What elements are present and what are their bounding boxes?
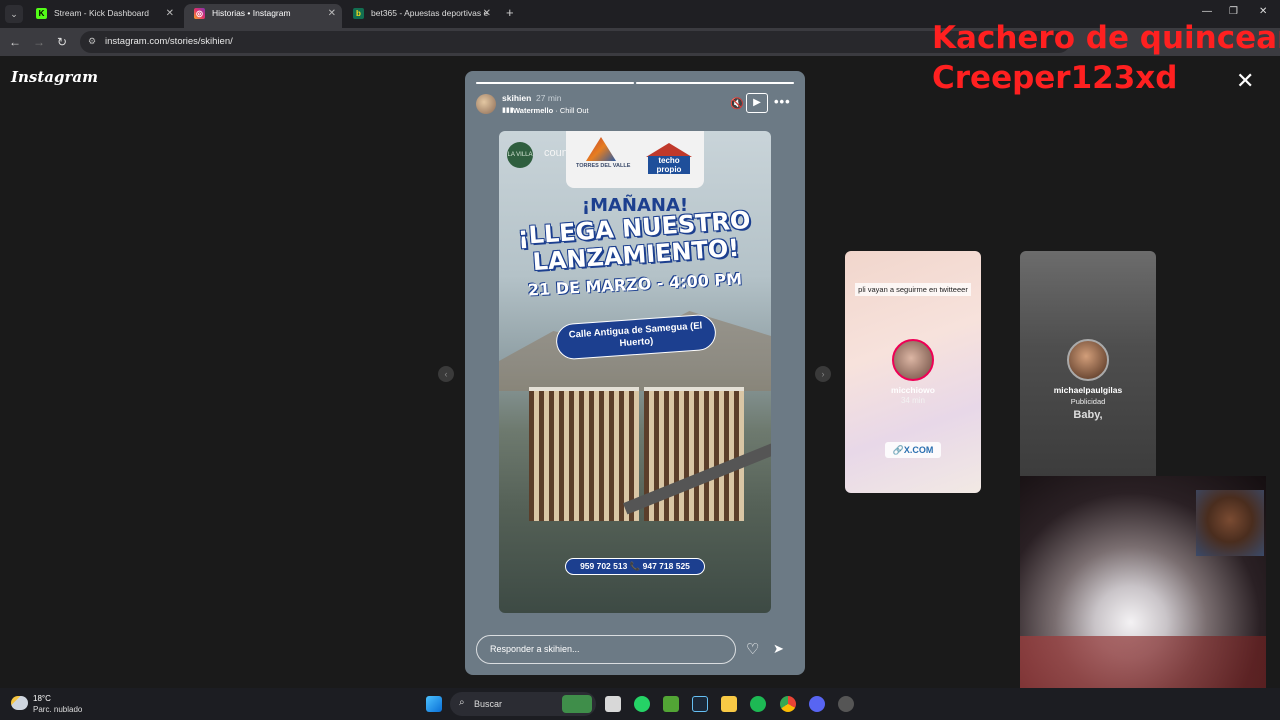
bet365-icon: b bbox=[353, 8, 364, 19]
reload-icon[interactable]: ↻ bbox=[57, 35, 67, 49]
story-time: 27 min bbox=[536, 93, 562, 103]
play-icon[interactable]: ▶ bbox=[746, 93, 768, 113]
next-story-icon[interactable]: › bbox=[815, 366, 831, 382]
preview-username: michaelpaulgilas bbox=[1053, 385, 1123, 395]
weather-desc[interactable]: Parc. nublado bbox=[33, 705, 82, 714]
steam-icon[interactable] bbox=[692, 696, 708, 712]
flyer-headline: ¡LLEGA NUESTRO LANZAMIENTO! bbox=[516, 205, 752, 277]
new-tab-button[interactable]: + bbox=[506, 5, 514, 20]
story-preview-micchiowo[interactable]: pli vayan a seguirme en twitteeer micchi… bbox=[845, 251, 981, 493]
screen: ⌄ K Stream - Kick Dashboard ✕ ◎ Historia… bbox=[0, 0, 1280, 720]
close-icon[interactable]: ✕ bbox=[166, 4, 174, 23]
kick-icon: K bbox=[36, 8, 47, 19]
building-graphic bbox=[529, 391, 639, 521]
restore-icon[interactable]: ❐ bbox=[1229, 6, 1238, 17]
techo-propio-label: techo propio bbox=[648, 156, 690, 174]
discord-icon[interactable] bbox=[809, 696, 825, 712]
tab-label: bet365 - Apuestas deportivas e bbox=[371, 8, 489, 18]
spotify-icon[interactable] bbox=[750, 696, 766, 712]
search-icon: ⌕ bbox=[459, 697, 465, 708]
flyer-account-avatar: LA VILLA bbox=[507, 142, 533, 168]
overlay-text-line2: Creeper123xd bbox=[932, 60, 1178, 96]
mute-icon[interactable]: 🔇 bbox=[730, 97, 744, 110]
previous-story-icon[interactable]: ‹ bbox=[438, 366, 454, 382]
preview-ad-label: Publicidad bbox=[1070, 397, 1106, 406]
story-progress-segment bbox=[476, 82, 634, 84]
search-label: Buscar bbox=[474, 699, 503, 709]
like-heart-icon[interactable]: ♡ bbox=[746, 640, 759, 658]
reply-input[interactable]: Responder a skihien... bbox=[476, 635, 736, 664]
techo-propio-logo: techo propio bbox=[646, 143, 692, 175]
story-username[interactable]: skihien bbox=[502, 93, 531, 103]
back-icon[interactable]: ← bbox=[9, 35, 21, 49]
tab-bet365[interactable]: b bet365 - Apuestas deportivas e ✕ bbox=[343, 4, 497, 28]
torres-del-valle-label: TORRES DEL VALLE bbox=[576, 163, 631, 169]
tab-label: Historias • Instagram bbox=[212, 8, 291, 18]
task-view-icon[interactable] bbox=[605, 696, 621, 712]
chrome-icon[interactable] bbox=[780, 696, 796, 712]
preview-avatar bbox=[1067, 339, 1109, 381]
preview-time: 34 min bbox=[900, 396, 925, 405]
weather-icon[interactable] bbox=[11, 696, 28, 710]
site-settings-icon[interactable]: ⚙ bbox=[88, 36, 98, 46]
preview-lyric: Baby, bbox=[1073, 409, 1103, 421]
tab-instagram[interactable]: ◎ Historias • Instagram ✕ bbox=[184, 4, 342, 28]
story-progress-segment bbox=[636, 82, 794, 84]
link-sticker: 🔗X.COM bbox=[885, 442, 941, 458]
story-preview-michaelpaulgilas[interactable]: michaelpaulgilas Publicidad Baby, bbox=[1020, 251, 1156, 493]
preview-avatar bbox=[892, 339, 934, 381]
house-roof-icon bbox=[646, 143, 692, 157]
preview-username: micchiowo bbox=[891, 385, 935, 395]
close-stories-icon[interactable]: ✕ bbox=[1236, 70, 1254, 92]
forward-icon[interactable]: → bbox=[33, 35, 45, 49]
weather-temp[interactable]: 18°C bbox=[33, 694, 51, 703]
address-bar[interactable]: ⚙ instagram.com/stories/skihien/ bbox=[80, 31, 1070, 53]
file-explorer-icon[interactable] bbox=[721, 696, 737, 712]
story-music[interactable]: Watermello · Chill Out bbox=[513, 106, 589, 115]
preview-caption: pli vayan a seguirme en twitteeer bbox=[855, 283, 971, 296]
minimize-icon[interactable]: — bbox=[1202, 6, 1212, 17]
search-highlight-icon bbox=[562, 695, 592, 713]
music-track: · Chill Out bbox=[555, 106, 589, 115]
url-text: instagram.com/stories/skihien/ bbox=[105, 36, 233, 47]
torres-del-valle-logo bbox=[586, 137, 616, 161]
window-close-icon[interactable]: ✕ bbox=[1259, 6, 1267, 17]
whatsapp-icon[interactable] bbox=[634, 696, 650, 712]
windows-taskbar: 18°C Parc. nublado ⌕ Buscar bbox=[0, 688, 1280, 720]
windows-start-icon[interactable] bbox=[426, 696, 442, 712]
tab-kick-dashboard[interactable]: K Stream - Kick Dashboard ✕ bbox=[26, 4, 180, 28]
story-avatar[interactable] bbox=[476, 94, 496, 114]
send-icon[interactable]: ➤ bbox=[773, 641, 784, 657]
app-icon[interactable] bbox=[838, 696, 854, 712]
instagram-logo[interactable]: Instagram bbox=[11, 68, 98, 86]
music-bars-icon: ▮▮▮ bbox=[502, 107, 514, 114]
more-options-icon[interactable]: ••• bbox=[774, 94, 791, 109]
music-artist: Watermello bbox=[513, 106, 554, 115]
inset-camera bbox=[1196, 490, 1264, 556]
tab-search-dropdown[interactable]: ⌄ bbox=[5, 5, 23, 23]
instagram-icon: ◎ bbox=[194, 8, 205, 19]
tab-label: Stream - Kick Dashboard bbox=[54, 8, 149, 18]
flyer-phones: 959 702 513 📞 947 718 525 bbox=[565, 558, 705, 575]
close-icon[interactable]: ✕ bbox=[328, 4, 336, 23]
flyer-logos: TORRES DEL VALLE techo propio bbox=[566, 131, 704, 188]
overlay-text-line1: Kachero de quinceañ bbox=[932, 20, 1280, 56]
minecraft-icon[interactable] bbox=[663, 696, 679, 712]
story-viewer[interactable]: skihien 27 min ▮▮▮ Watermello · Chill Ou… bbox=[465, 71, 805, 675]
story-flyer-image: LA VILLA countryclubaivilla TORRES DEL V… bbox=[499, 131, 771, 613]
taskbar-search[interactable]: ⌕ Buscar bbox=[450, 692, 596, 716]
close-icon[interactable]: ✕ bbox=[483, 4, 491, 23]
